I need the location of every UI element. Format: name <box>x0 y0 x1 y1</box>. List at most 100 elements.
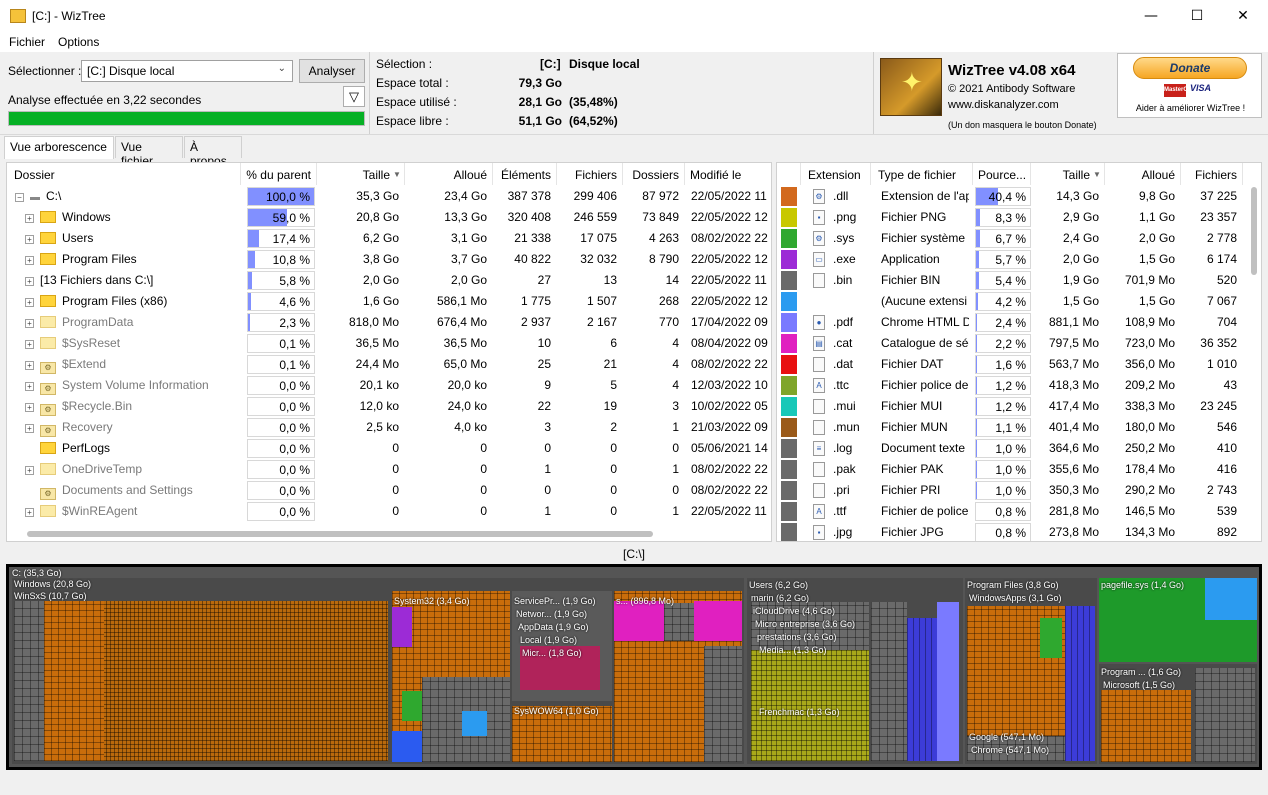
column-header[interactable]: Fichiers <box>1183 163 1243 185</box>
treemap-block-hiberfile[interactable] <box>1205 578 1257 620</box>
expand-icon[interactable]: + <box>25 298 34 307</box>
column-header[interactable]: Fichiers <box>557 163 623 185</box>
expand-icon[interactable]: + <box>25 403 34 412</box>
minimize-button[interactable]: — <box>1128 0 1174 32</box>
treemap-block-system32[interactable] <box>392 591 510 762</box>
website-link[interactable]: www.diskanalyzer.com <box>948 99 1059 111</box>
expand-icon[interactable]: + <box>25 382 34 391</box>
table-row[interactable]: + ⚙ $Recycle.Bin 0,0 % 12,0 ko 24,0 ko 22 19 3 10… <box>7 396 771 417</box>
table-row[interactable]: .mui Fichier MUI 1,2 % 417,4 Mo 338,3 Mo 23 2… <box>777 396 1261 417</box>
table-row[interactable]: ▭ .exe Application 5,7 % 2,0 Go 1,5 Go 6 174 <box>777 249 1261 270</box>
folder-name-cell[interactable]: + [13 Fichiers dans C:\] <box>25 273 251 287</box>
column-header[interactable]: Extension <box>803 163 871 185</box>
table-row[interactable]: + ProgramData 2,3 % 818,0 Mo 676,4 Mo 2 937 2 … <box>7 312 771 333</box>
table-row[interactable]: ⚙ .sys Fichier système 6,7 % 2,4 Go 2,0 Go 2 7… <box>777 228 1261 249</box>
treemap-block-winsxs[interactable] <box>14 601 388 761</box>
table-row[interactable]: + Users 17,4 % 6,2 Go 3,1 Go 21 338 17 075 4 26… <box>7 228 771 249</box>
folder-name-cell[interactable]: + $SysReset <box>25 336 251 350</box>
close-button[interactable]: ✕ <box>1220 0 1266 32</box>
table-row[interactable]: + $WinREAgent 0,0 % 0 0 1 0 1 22/05/2022 11 <box>7 501 771 522</box>
folder-name-cell[interactable]: − ▬ C:\ <box>15 189 241 203</box>
expand-icon[interactable]: + <box>25 340 34 349</box>
table-row[interactable]: .pri Fichier PRI 1,0 % 350,3 Mo 290,2 Mo 2 74… <box>777 480 1261 501</box>
table-row[interactable]: + [13 Fichiers dans C:\] 5,8 % 2,0 Go 2,0 Go… <box>7 270 771 291</box>
folder-name-cell[interactable]: + Users <box>25 231 251 245</box>
column-header[interactable]: Pource... <box>973 163 1031 185</box>
treemap-block-windows[interactable]: Windows (20,8 Go) WinSxS (10,7 Go) Syste… <box>12 578 744 764</box>
treemap[interactable]: C: (35,3 Go) Windows (20,8 Go) WinSxS (1… <box>6 564 1262 770</box>
expand-icon[interactable]: + <box>25 256 34 265</box>
table-row[interactable]: (Aucune extensi 4,2 % 1,5 Go 1,5 Go 7 067 <box>777 291 1261 312</box>
folder-name-cell[interactable]: PerfLogs <box>25 441 251 455</box>
menu-file[interactable]: Fichier <box>9 35 45 49</box>
folder-name-cell[interactable]: + OneDriveTemp <box>25 462 251 476</box>
table-row[interactable]: ≡ .log Document texte 1,0 % 364,6 Mo 250,2 Mo… <box>777 438 1261 459</box>
table-row[interactable]: .mun Fichier MUN 1,1 % 401,4 Mo 180,0 Mo 546 <box>777 417 1261 438</box>
expand-icon[interactable]: + <box>25 235 34 244</box>
folder-name-cell[interactable]: + ProgramData <box>25 315 251 329</box>
column-header[interactable]: Alloué <box>405 163 493 185</box>
table-row[interactable]: PerfLogs 0,0 % 0 0 0 0 0 05/06/2021 14 <box>7 438 771 459</box>
table-row[interactable]: + Program Files 10,8 % 3,8 Go 3,7 Go 40 822 32… <box>7 249 771 270</box>
table-row[interactable]: + OneDriveTemp 0,0 % 0 0 1 0 1 08/02/2022 22 <box>7 459 771 480</box>
maximize-button[interactable]: ☐ <box>1174 0 1220 32</box>
table-row[interactable]: A .ttc Fichier police de 1,2 % 418,3 Mo 209,2… <box>777 375 1261 396</box>
column-header[interactable]: Alloué <box>1107 163 1181 185</box>
table-row[interactable]: A .ttf Fichier de police 0,8 % 281,8 Mo 146,5… <box>777 501 1261 522</box>
filter-button[interactable]: ▽ <box>343 86 365 107</box>
column-header[interactable]: Taille <box>317 163 405 185</box>
table-row[interactable]: ▤ .cat Catalogue de séc 2,2 % 797,5 Mo 723,0 … <box>777 333 1261 354</box>
table-row[interactable]: + Windows 59,0 % 20,8 Go 13,3 Go 320 408 246 5… <box>7 207 771 228</box>
treemap-area[interactable]: C: (35,3 Go) Windows (20,8 Go) WinSxS (1… <box>9 567 1259 767</box>
treemap-block-swapfile[interactable] <box>1205 620 1257 662</box>
drive-select[interactable]: [C:] Disque local ⌄ <box>81 60 293 82</box>
expand-icon[interactable]: + <box>25 466 34 475</box>
treemap-block-servicepr[interactable] <box>512 591 612 701</box>
column-header[interactable]: % du parent <box>241 163 317 185</box>
table-row[interactable]: + Program Files (x86) 4,6 % 1,6 Go 586,1 Mo 1… <box>7 291 771 312</box>
table-row[interactable]: ● .pdf Chrome HTML D 2,4 % 881,1 Mo 108,9 Mo 7… <box>777 312 1261 333</box>
table-row[interactable]: ▪ .jpg Fichier JPG 0,8 % 273,8 Mo 134,3 Mo 892 <box>777 522 1261 541</box>
analyze-button[interactable]: Analyser <box>299 59 365 83</box>
folder-name-cell[interactable]: + Windows <box>25 210 251 224</box>
expand-icon[interactable]: + <box>25 508 34 517</box>
table-row[interactable]: + ⚙ System Volume Information 0,0 % 20,1 ko 2… <box>7 375 771 396</box>
folder-name-cell[interactable]: + Program Files (x86) <box>25 294 251 308</box>
treemap-block-s[interactable] <box>614 591 742 762</box>
column-header[interactable]: Type de fichier <box>873 163 973 185</box>
menu-options[interactable]: Options <box>58 35 99 49</box>
folder-name-cell[interactable]: + $WinREAgent <box>25 504 251 518</box>
column-header[interactable]: Dossier <box>9 163 241 185</box>
vertical-scrollbar[interactable] <box>1251 187 1257 275</box>
collapse-icon[interactable]: − <box>15 193 24 202</box>
folder-name-cell[interactable]: + ⚙ $Extend <box>25 357 251 374</box>
folder-name-cell[interactable]: + Program Files <box>25 252 251 266</box>
treemap-block-program-files-x86[interactable] <box>1099 664 1257 764</box>
folder-name-cell[interactable]: + ⚙ $Recycle.Bin <box>25 399 251 416</box>
expand-icon[interactable]: + <box>25 277 34 286</box>
table-row[interactable]: + ⚙ $Extend 0,1 % 24,4 Mo 65,0 Mo 25 21 4 08/02/2… <box>7 354 771 375</box>
table-row[interactable]: − ▬ C:\ 100,0 % 35,3 Go 23,4 Go 387 378 299 406… <box>7 186 771 207</box>
expand-icon[interactable]: + <box>25 319 34 328</box>
tab-tree-view[interactable]: Vue arborescence <box>4 136 114 159</box>
tab-about[interactable]: À propos <box>184 136 242 168</box>
table-row[interactable]: + ⚙ Recovery 0,0 % 2,5 ko 4,0 ko 3 2 1 21/03/2022… <box>7 417 771 438</box>
table-row[interactable]: .dat Fichier DAT 1,6 % 563,7 Mo 356,0 Mo 1 01… <box>777 354 1261 375</box>
donate-button[interactable]: Donate MasterCardVISA Aider à améliorer … <box>1117 53 1262 118</box>
table-row[interactable]: .bin Fichier BIN 5,4 % 1,9 Go 701,9 Mo 520 <box>777 270 1261 291</box>
table-row[interactable]: ▪ .png Fichier PNG 8,3 % 2,9 Go 1,1 Go 23 357 <box>777 207 1261 228</box>
folder-name-cell[interactable]: ⚙ Documents and Settings <box>25 483 251 500</box>
horizontal-scrollbar[interactable] <box>27 531 653 537</box>
expand-icon[interactable]: + <box>25 214 34 223</box>
column-header[interactable]: Éléments <box>493 163 557 185</box>
column-header[interactable]: Dossiers <box>623 163 685 185</box>
treemap-block-pagefile[interactable] <box>1099 578 1205 662</box>
column-header[interactable]: Modifié le <box>685 163 771 185</box>
folder-name-cell[interactable]: + ⚙ System Volume Information <box>25 378 251 395</box>
table-row[interactable]: ⚙ Documents and Settings 0,0 % 0 0 0 0 0 08/02/2… <box>7 480 771 501</box>
table-row[interactable]: .pak Fichier PAK 1,0 % 355,6 Mo 178,4 Mo 416 <box>777 459 1261 480</box>
expand-icon[interactable]: + <box>25 424 34 433</box>
table-row[interactable]: + $SysReset 0,1 % 36,5 Mo 36,5 Mo 10 6 4 08/04/2… <box>7 333 771 354</box>
expand-icon[interactable]: + <box>25 361 34 370</box>
table-row[interactable]: ⚙ .dll Extension de l'ap 40,4 % 14,3 Go 9,8 G… <box>777 186 1261 207</box>
